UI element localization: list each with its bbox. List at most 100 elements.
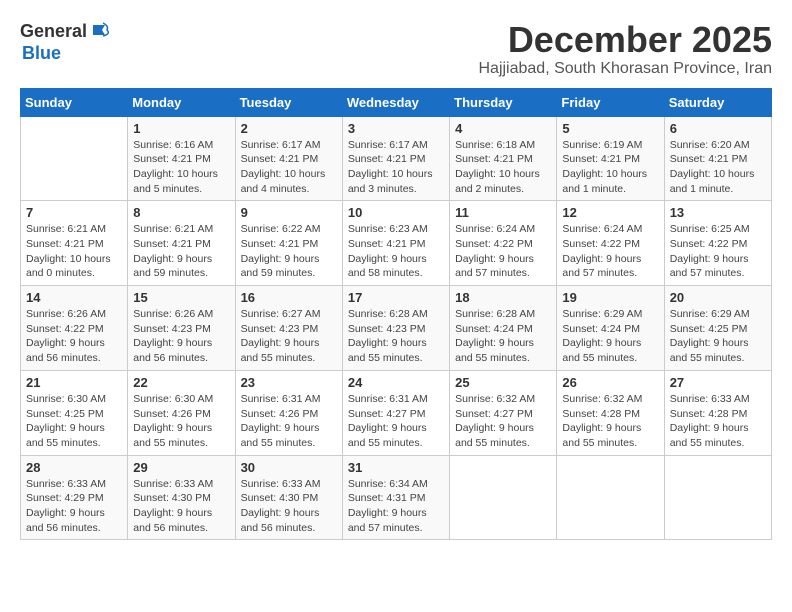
day-number: 13 (670, 205, 766, 220)
header-thursday: Thursday (450, 88, 557, 116)
day-number: 21 (26, 375, 122, 390)
day-number: 24 (348, 375, 444, 390)
calendar-cell: 1 Sunrise: 6:16 AMSunset: 4:21 PMDaylight… (128, 116, 235, 201)
day-info: Sunrise: 6:19 AMSunset: 4:21 PMDaylight:… (562, 138, 658, 197)
calendar-cell: 29 Sunrise: 6:33 AMSunset: 4:30 PMDayligh… (128, 455, 235, 540)
calendar-cell: 6 Sunrise: 6:20 AMSunset: 4:21 PMDaylight… (664, 116, 771, 201)
calendar-cell: 30Sunrise: 6:33 AMSunset: 4:30 PMDayligh… (235, 455, 342, 540)
calendar-cell: 19 Sunrise: 6:29 AMSunset: 4:24 PMDayligh… (557, 286, 664, 371)
day-number: 14 (26, 290, 122, 305)
calendar-cell (664, 455, 771, 540)
day-info: Sunrise: 6:29 AMSunset: 4:25 PMDaylight:… (670, 307, 766, 366)
day-info: Sunrise: 6:18 AMSunset: 4:21 PMDaylight:… (455, 138, 551, 197)
day-info: Sunrise: 6:21 AMSunset: 4:21 PMDaylight:… (26, 222, 122, 281)
day-info: Sunrise: 6:23 AMSunset: 4:21 PMDaylight:… (348, 222, 444, 281)
day-info: Sunrise: 6:30 AMSunset: 4:26 PMDaylight:… (133, 392, 229, 451)
day-info: Sunrise: 6:17 AMSunset: 4:21 PMDaylight:… (348, 138, 444, 197)
day-info: Sunrise: 6:31 AMSunset: 4:27 PMDaylight:… (348, 392, 444, 451)
day-info: Sunrise: 6:21 AMSunset: 4:21 PMDaylight:… (133, 222, 229, 281)
location-title: Hajjiabad, South Khorasan Province, Iran (478, 60, 772, 78)
day-number: 26 (562, 375, 658, 390)
calendar-cell: 28 Sunrise: 6:33 AMSunset: 4:29 PMDayligh… (21, 455, 128, 540)
day-number: 22 (133, 375, 229, 390)
day-number: 16 (241, 290, 337, 305)
day-number: 25 (455, 375, 551, 390)
calendar-week-1: 1 Sunrise: 6:16 AMSunset: 4:21 PMDaylight… (21, 116, 772, 201)
header-sunday: Sunday (21, 88, 128, 116)
page-header: General Blue December 2025 Hajjiabad, So… (20, 20, 772, 78)
day-number: 2 (241, 121, 337, 136)
calendar-cell (557, 455, 664, 540)
calendar-cell (21, 116, 128, 201)
day-info: Sunrise: 6:33 AMSunset: 4:30 PMDaylight:… (241, 477, 337, 536)
logo-blue: Blue (22, 43, 61, 63)
day-number: 31 (348, 460, 444, 475)
calendar-cell: 7 Sunrise: 6:21 AMSunset: 4:21 PMDaylight… (21, 201, 128, 286)
day-number: 6 (670, 121, 766, 136)
day-info: Sunrise: 6:30 AMSunset: 4:25 PMDaylight:… (26, 392, 122, 451)
day-number: 11 (455, 205, 551, 220)
day-number: 27 (670, 375, 766, 390)
day-number: 18 (455, 290, 551, 305)
day-info: Sunrise: 6:32 AMSunset: 4:27 PMDaylight:… (455, 392, 551, 451)
calendar-cell (450, 455, 557, 540)
title-section: December 2025 Hajjiabad, South Khorasan … (478, 20, 772, 78)
calendar-cell: 10Sunrise: 6:23 AMSunset: 4:21 PMDayligh… (342, 201, 449, 286)
day-number: 20 (670, 290, 766, 305)
day-info: Sunrise: 6:16 AMSunset: 4:21 PMDaylight:… (133, 138, 229, 197)
calendar-header-row: SundayMondayTuesdayWednesdayThursdayFrid… (21, 88, 772, 116)
calendar-table: SundayMondayTuesdayWednesdayThursdayFrid… (20, 88, 772, 541)
day-info: Sunrise: 6:27 AMSunset: 4:23 PMDaylight:… (241, 307, 337, 366)
calendar-cell: 9 Sunrise: 6:22 AMSunset: 4:21 PMDaylight… (235, 201, 342, 286)
header-wednesday: Wednesday (342, 88, 449, 116)
calendar-week-3: 14 Sunrise: 6:26 AMSunset: 4:22 PMDayligh… (21, 286, 772, 371)
day-info: Sunrise: 6:29 AMSunset: 4:24 PMDaylight:… (562, 307, 658, 366)
day-number: 9 (241, 205, 337, 220)
calendar-cell: 20 Sunrise: 6:29 AMSunset: 4:25 PMDayligh… (664, 286, 771, 371)
calendar-cell: 14 Sunrise: 6:26 AMSunset: 4:22 PMDayligh… (21, 286, 128, 371)
calendar-cell: 13 Sunrise: 6:25 AMSunset: 4:22 PMDayligh… (664, 201, 771, 286)
day-info: Sunrise: 6:22 AMSunset: 4:21 PMDaylight:… (241, 222, 337, 281)
day-info: Sunrise: 6:25 AMSunset: 4:22 PMDaylight:… (670, 222, 766, 281)
day-number: 7 (26, 205, 122, 220)
calendar-cell: 27Sunrise: 6:33 AMSunset: 4:28 PMDayligh… (664, 370, 771, 455)
day-number: 12 (562, 205, 658, 220)
calendar-cell: 8 Sunrise: 6:21 AMSunset: 4:21 PMDaylight… (128, 201, 235, 286)
calendar-cell: 24 Sunrise: 6:31 AMSunset: 4:27 PMDayligh… (342, 370, 449, 455)
calendar-cell: 3 Sunrise: 6:17 AMSunset: 4:21 PMDaylight… (342, 116, 449, 201)
day-info: Sunrise: 6:17 AMSunset: 4:21 PMDaylight:… (241, 138, 337, 197)
logo: General Blue (20, 20, 113, 64)
day-number: 23 (241, 375, 337, 390)
day-info: Sunrise: 6:20 AMSunset: 4:21 PMDaylight:… (670, 138, 766, 197)
logo-flag-icon (89, 20, 113, 44)
day-number: 28 (26, 460, 122, 475)
calendar-cell: 21 Sunrise: 6:30 AMSunset: 4:25 PMDayligh… (21, 370, 128, 455)
day-number: 15 (133, 290, 229, 305)
calendar-cell: 12Sunrise: 6:24 AMSunset: 4:22 PMDayligh… (557, 201, 664, 286)
day-info: Sunrise: 6:28 AMSunset: 4:24 PMDaylight:… (455, 307, 551, 366)
day-number: 8 (133, 205, 229, 220)
day-info: Sunrise: 6:26 AMSunset: 4:23 PMDaylight:… (133, 307, 229, 366)
day-info: Sunrise: 6:28 AMSunset: 4:23 PMDaylight:… (348, 307, 444, 366)
logo-general: General (20, 22, 87, 42)
calendar-cell: 31Sunrise: 6:34 AMSunset: 4:31 PMDayligh… (342, 455, 449, 540)
day-info: Sunrise: 6:31 AMSunset: 4:26 PMDaylight:… (241, 392, 337, 451)
day-number: 29 (133, 460, 229, 475)
calendar-cell: 4 Sunrise: 6:18 AMSunset: 4:21 PMDaylight… (450, 116, 557, 201)
calendar-cell: 18 Sunrise: 6:28 AMSunset: 4:24 PMDayligh… (450, 286, 557, 371)
day-info: Sunrise: 6:33 AMSunset: 4:29 PMDaylight:… (26, 477, 122, 536)
calendar-cell: 2 Sunrise: 6:17 AMSunset: 4:21 PMDaylight… (235, 116, 342, 201)
day-number: 19 (562, 290, 658, 305)
calendar-cell: 26Sunrise: 6:32 AMSunset: 4:28 PMDayligh… (557, 370, 664, 455)
header-tuesday: Tuesday (235, 88, 342, 116)
day-info: Sunrise: 6:33 AMSunset: 4:30 PMDaylight:… (133, 477, 229, 536)
day-number: 4 (455, 121, 551, 136)
day-number: 5 (562, 121, 658, 136)
calendar-cell: 25 Sunrise: 6:32 AMSunset: 4:27 PMDayligh… (450, 370, 557, 455)
calendar-week-5: 28 Sunrise: 6:33 AMSunset: 4:29 PMDayligh… (21, 455, 772, 540)
day-number: 3 (348, 121, 444, 136)
calendar-week-2: 7 Sunrise: 6:21 AMSunset: 4:21 PMDaylight… (21, 201, 772, 286)
calendar-cell: 15 Sunrise: 6:26 AMSunset: 4:23 PMDayligh… (128, 286, 235, 371)
day-info: Sunrise: 6:26 AMSunset: 4:22 PMDaylight:… (26, 307, 122, 366)
day-number: 1 (133, 121, 229, 136)
